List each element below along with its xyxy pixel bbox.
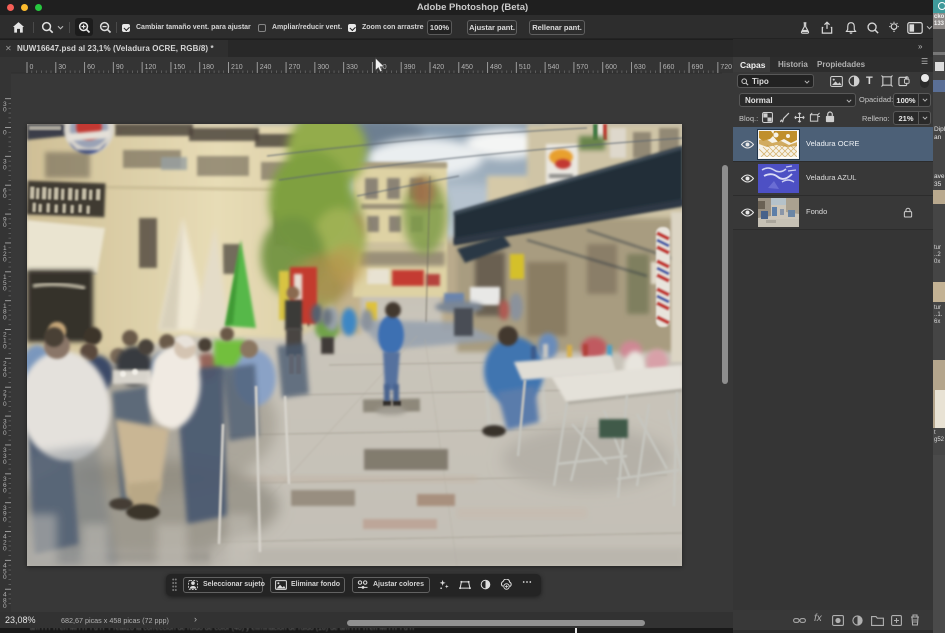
svg-text:510: 510: [519, 64, 531, 71]
svg-text:570: 570: [576, 64, 588, 71]
svg-text:0: 0: [3, 164, 7, 171]
svg-text:0: 0: [30, 64, 34, 71]
svg-text:0: 0: [3, 459, 7, 466]
svg-text:0: 0: [3, 488, 7, 495]
svg-text:0: 0: [3, 430, 7, 437]
svg-text:0: 0: [3, 401, 7, 408]
svg-text:0: 0: [3, 222, 7, 229]
svg-text:0: 0: [3, 603, 7, 610]
svg-text:0: 0: [3, 130, 7, 137]
svg-text:120: 120: [145, 64, 157, 71]
svg-text:30: 30: [58, 64, 66, 71]
svg-text:150: 150: [173, 64, 185, 71]
svg-text:0: 0: [3, 516, 7, 523]
svg-text:60: 60: [87, 64, 95, 71]
svg-text:210: 210: [231, 64, 243, 71]
svg-text:90: 90: [116, 64, 124, 71]
svg-text:300: 300: [317, 64, 329, 71]
svg-text:180: 180: [202, 64, 214, 71]
svg-text:390: 390: [404, 64, 416, 71]
svg-text:240: 240: [260, 64, 272, 71]
svg-text:0: 0: [3, 286, 7, 293]
svg-text:660: 660: [663, 64, 675, 71]
svg-text:420: 420: [432, 64, 444, 71]
svg-text:0: 0: [3, 372, 7, 379]
svg-text:0: 0: [3, 343, 7, 350]
svg-text:0: 0: [3, 545, 7, 552]
svg-text:270: 270: [289, 64, 301, 71]
svg-text:690: 690: [692, 64, 704, 71]
svg-text:0: 0: [3, 257, 7, 264]
svg-text:0: 0: [3, 193, 7, 200]
svg-text:450: 450: [461, 64, 473, 71]
svg-text:630: 630: [634, 64, 646, 71]
svg-text:0: 0: [3, 107, 7, 114]
svg-text:720: 720: [720, 64, 732, 71]
svg-text:540: 540: [548, 64, 560, 71]
svg-text:0: 0: [3, 314, 7, 321]
svg-text:600: 600: [605, 64, 617, 71]
svg-text:0: 0: [3, 574, 7, 581]
svg-text:330: 330: [346, 64, 358, 71]
svg-text:480: 480: [490, 64, 502, 71]
